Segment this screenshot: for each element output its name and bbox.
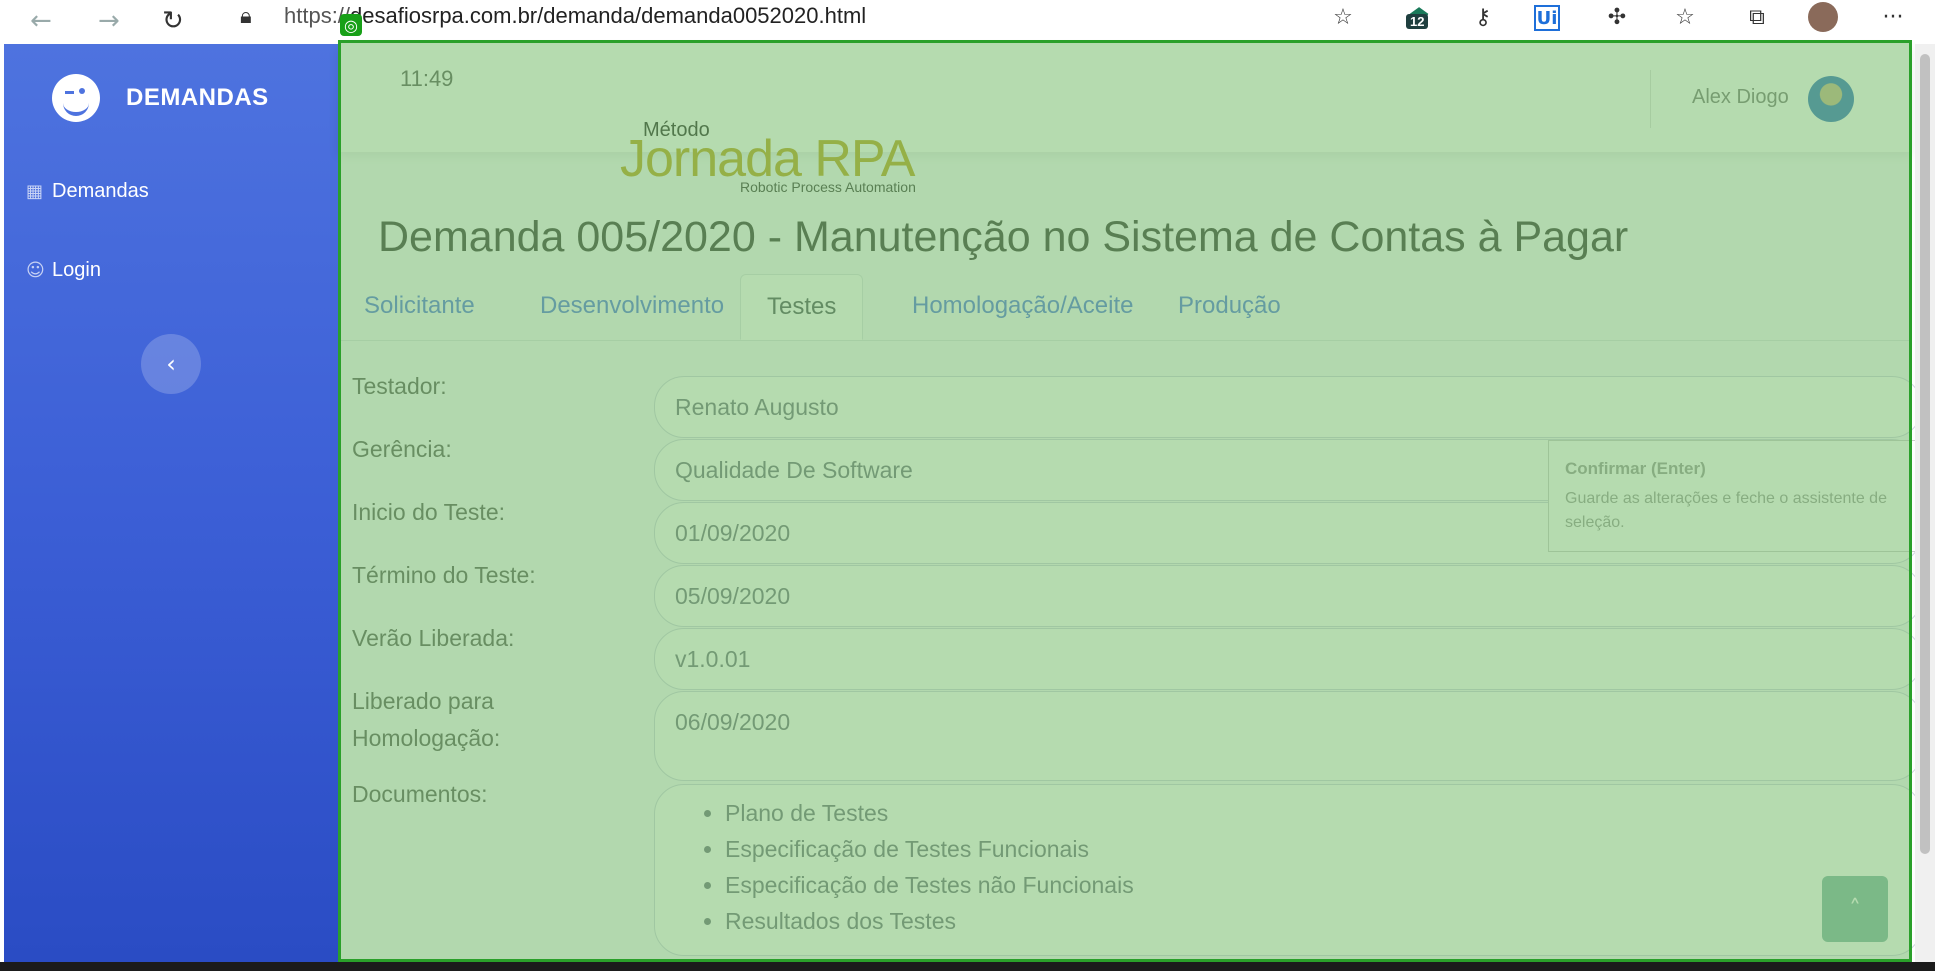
forward-icon[interactable]: → [98,6,120,36]
topbar: 11:49 Alex Diogo [338,44,1912,152]
user-circle-icon: ☺ [26,259,45,281]
browser-toolbar: ← → ↻ 🔒︎ https://desafiosrpa.com.br/dema… [0,0,1935,44]
page-title: Demanda 005/2020 - Manutenção no Sistema… [378,212,1629,261]
documentos-label: Documentos: [352,781,488,807]
jornada-rpa-logo: Método Jornada RPA Robotic Process Autom… [620,119,940,199]
brand-text: DEMANDAS [126,84,269,111]
inicio-label: Inicio do Teste: [352,499,506,525]
profile-avatar[interactable] [1808,2,1838,32]
versao-label: Verão Liberada: [352,625,515,651]
liberado-label-line1: Liberado para [352,688,494,714]
logo-subtitle: Robotic Process Automation [740,179,916,195]
url-host: desafiosrpa.com.br/demanda/demanda005202… [350,3,867,28]
tab-testes[interactable]: Testes [740,274,864,340]
reload-icon[interactable]: ↻ [162,6,184,36]
clock-time: 11:49 [400,66,454,91]
extension-badge: 12 [1406,14,1429,29]
favorite-star-icon[interactable]: ☆ [1328,2,1358,32]
tab-solicitante[interactable]: Solicitante [338,274,501,340]
taskbar [0,962,1935,971]
liberado-label-line2: Homologação: [352,725,501,751]
testador-field[interactable]: Renato Augusto [654,376,1922,438]
liberado-field[interactable]: 06/09/2020 [654,691,1922,781]
termino-label: Término do Teste: [352,562,536,588]
topbar-divider [1650,70,1651,128]
sidebar-item-label: Login [52,259,101,281]
sidebar-brand[interactable]: DEMANDAS [52,74,269,122]
avatar[interactable] [1808,76,1854,122]
sidebar-toggle-button[interactable]: ‹ [141,334,201,394]
sidebar: DEMANDAS ▦ Demandas ☺ Login ‹ [4,44,338,962]
documentos-field[interactable]: Plano de Testes Especificação de Testes … [654,784,1922,956]
list-item[interactable]: Resultados dos Testes [725,903,1921,939]
chevron-up-icon: ˄ [1849,895,1861,923]
tooltip-title: Confirmar (Enter) [1565,459,1706,478]
list-item[interactable]: Plano de Testes [725,795,1921,831]
documentos-list: Plano de Testes Especificação de Testes … [675,795,1921,939]
more-icon[interactable]: ··· [1878,2,1908,32]
sidebar-item-label: Demandas [52,180,149,202]
list-item[interactable]: Especificação de Testes Funcionais [725,831,1921,867]
collections-icon[interactable]: ⧉ [1742,2,1772,32]
tooltip-text: Guarde as alterações e feche o assistent… [1565,490,1887,531]
versao-field[interactable]: v1.0.01 [654,628,1922,690]
confirm-tooltip: Confirmar (Enter) Guarde as alterações e… [1548,440,1928,552]
list-item[interactable]: Especificação de Testes não Funcionais [725,867,1921,903]
tab-producao[interactable]: Produção [1152,274,1307,340]
key-icon[interactable]: ⚷ [1468,2,1498,32]
back-icon[interactable]: ← [30,6,52,36]
table-icon: ▦ [26,180,44,202]
testador-label: Testador: [352,373,447,399]
gerencia-label: Gerência: [352,436,452,462]
target-icon: ◎ [340,14,362,36]
termino-field[interactable]: 05/09/2020 [654,565,1922,627]
uipath-icon[interactable]: Ui [1534,5,1560,31]
scroll-to-top-button[interactable]: ˄ [1822,876,1888,942]
tab-bar: Solicitante Desenvolvimento Testes Homol… [338,274,1912,341]
sidebar-item-login[interactable]: ☺ Login [26,259,101,282]
puzzle-icon[interactable]: ✣ [1602,2,1632,32]
tab-homologacao[interactable]: Homologação/Aceite [886,274,1159,340]
user-name[interactable]: Alex Diogo [1692,86,1789,109]
favorites-icon[interactable]: ☆ [1670,2,1700,32]
scrollbar-thumb[interactable] [1920,54,1930,854]
wink-face-icon [52,74,100,122]
tab-desenvolvimento[interactable]: Desenvolvimento [514,274,750,340]
sidebar-item-demandas[interactable]: ▦ Demandas [26,180,149,203]
chevron-left-icon: ‹ [166,350,176,378]
vertical-scrollbar[interactable] [1915,44,1935,962]
address-bar[interactable]: https://desafiosrpa.com.br/demanda/deman… [284,3,866,29]
lock-icon: 🔒︎ [240,4,252,29]
